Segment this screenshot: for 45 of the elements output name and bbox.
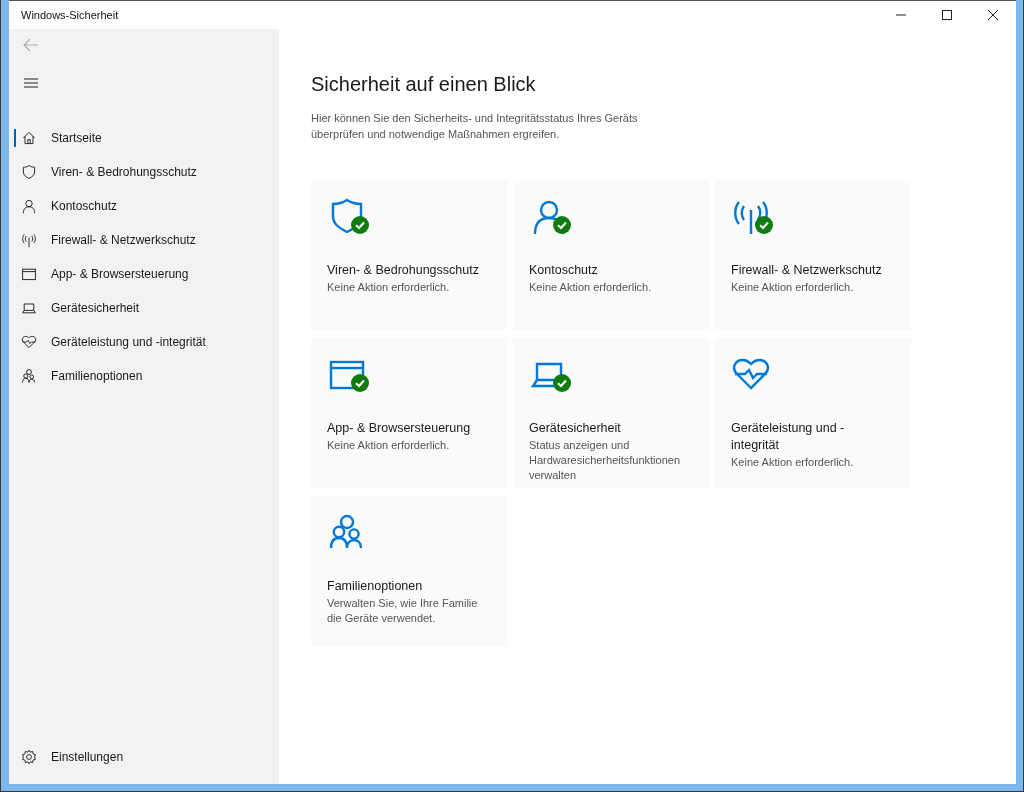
sidebar-item[interactable]: Geräteleistung und -integrität [9, 325, 279, 359]
maximize-icon [941, 9, 953, 21]
status-card[interactable]: App- & Browsersteuerung Keine Aktion erforderlich. [311, 338, 507, 488]
card-status: Status anzeigen und Hardwaresicherheitsfunktionen verwalten [529, 438, 682, 483]
status-card[interactable]: Geräteleistung und - integrität Keine Aktion erforderlich. [715, 338, 911, 488]
card-status: Keine Aktion erforderlich. [731, 455, 855, 470]
page-heading: Sicherheit auf einen Blick [311, 73, 537, 96]
shield-icon [21, 164, 37, 180]
sidebar-item[interactable]: Firewall- & Netzwerkschutz [9, 223, 279, 257]
sidebar-item[interactable]: Familienoptionen [9, 359, 279, 393]
close-icon [987, 9, 999, 21]
card-title: Viren- & Bedrohungsschutz [327, 262, 480, 279]
card-title: Gerätesicherheit [529, 420, 622, 437]
back-arrow-icon [23, 38, 39, 52]
sidebar-item[interactable]: App- & Browsersteuerung [9, 257, 279, 291]
status-card[interactable]: Gerätesicherheit Status anzeigen und Hardwaresicherheitsfunktionen verwalten [513, 338, 709, 488]
card-status: Keine Aktion erforderlich. [529, 280, 653, 295]
family-icon [21, 368, 37, 384]
card-status: Verwalten Sie, wie Ihre Familie die Geräte verwendet. [327, 596, 479, 626]
card-title: App- & Browsersteuerung [327, 420, 472, 437]
page-description: Hier können Sie den Sicherheits- und Integritätsstatus Ihres Geräts überprüfen und notwendige Maßnahmen ergreifen. [311, 111, 639, 142]
status-card[interactable]: Kontoschutz Keine Aktion erforderlich. [513, 180, 709, 330]
house-icon [21, 130, 37, 146]
window-title: Windows-Sicherheit [20, 9, 120, 21]
sidebar-item[interactable]: Kontoschutz [9, 189, 279, 223]
laptop-icon [21, 300, 37, 316]
status-card[interactable]: Viren- & Bedrohungsschutz Keine Aktion erforderlich. [311, 180, 507, 330]
sidebar-item[interactable]: Viren- & Bedrohungsschutz [9, 155, 279, 189]
settings-icon [21, 749, 37, 765]
card-title: Firewall- & Netzwerkschutz [731, 262, 883, 279]
card-title: Geräteleistung und - integrität [731, 420, 846, 454]
card-status: Keine Aktion erforderlich. [731, 280, 855, 295]
status-card[interactable]: Firewall- & Netzwerkschutz Keine Aktion erforderlich. [715, 180, 911, 330]
sidebar-item[interactable]: Gerätesicherheit [9, 291, 279, 325]
card-status: Keine Aktion erforderlich. [327, 438, 451, 453]
antenna-icon [21, 232, 37, 248]
card-title: Familienoptionen [327, 578, 424, 595]
heart-pulse-icon [21, 334, 37, 350]
settings-item[interactable]: Einstellungen [9, 740, 279, 774]
menu-icon [24, 78, 38, 88]
card-title: Kontoschutz [529, 262, 599, 279]
person-icon [21, 198, 37, 214]
status-card[interactable]: Familienoptionen Verwalten Sie, wie Ihre Familie die Geräte verwendet. [311, 496, 507, 646]
window-icon [21, 266, 37, 282]
card-status: Keine Aktion erforderlich. [327, 280, 451, 295]
